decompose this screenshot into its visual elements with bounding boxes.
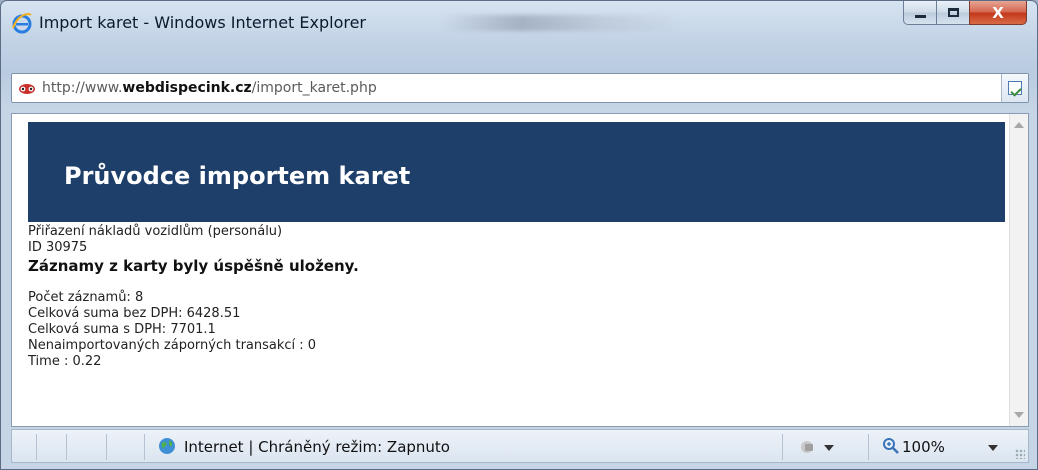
success-message: Záznamy z karty byly úspěšně uloženy. <box>28 257 359 275</box>
status-separator <box>868 434 869 460</box>
globe-icon <box>159 438 175 454</box>
sum-without-vat: Celková suma bez DPH: 6428.51 <box>28 306 241 321</box>
status-separator <box>106 434 107 460</box>
magnifier-icon[interactable] <box>882 437 900 455</box>
address-bar[interactable]: http://www.webdispecink.cz/import_karet.… <box>11 73 1029 103</box>
ie-logo-icon <box>12 13 32 34</box>
address-url[interactable]: http://www.webdispecink.cz/import_karet.… <box>42 80 377 96</box>
url-domain: webdispecink.cz <box>122 80 252 96</box>
non-imported-count: Nenaimportovaných záporných transakcí : … <box>28 338 317 353</box>
page-banner: Průvodce importem karet <box>28 122 1005 222</box>
title-bar[interactable]: Import karet - Windows Internet Explorer… <box>1 1 1037 45</box>
security-zone-text[interactable]: Internet | Chráněný režim: Zapnuto <box>184 438 450 456</box>
chevron-down-icon[interactable] <box>824 445 834 451</box>
close-button[interactable]: X <box>969 1 1027 25</box>
window-title: Import karet - Windows Internet Explorer <box>39 13 367 32</box>
browser-window: Import karet - Windows Internet Explorer… <box>0 0 1038 470</box>
import-id: ID 30975 <box>28 240 88 255</box>
sum-with-vat: Celková suma s DPH: 7701.1 <box>28 322 216 337</box>
vertical-scrollbar[interactable] <box>1009 114 1028 426</box>
maximize-icon <box>947 8 959 17</box>
scroll-down-icon[interactable] <box>1014 412 1024 418</box>
minimize-icon <box>914 15 926 18</box>
minimize-button[interactable] <box>903 1 937 25</box>
status-separator <box>66 434 67 460</box>
site-favicon-icon <box>19 84 35 94</box>
compatibility-view-icon <box>1008 81 1022 95</box>
page-viewport: Průvodce importem karet Přiřazení náklad… <box>11 113 1029 427</box>
import-result: Přiřazení nákladů vozidlům (personálu) I… <box>28 224 359 370</box>
background-window-title-blur <box>441 15 681 31</box>
status-separator <box>144 434 145 460</box>
page-title: Průvodce importem karet <box>64 162 411 190</box>
import-subtitle: Přiřazení nákladů vozidlům (personálu) <box>28 224 283 239</box>
record-count: Počet záznamů: 8 <box>28 290 144 305</box>
close-icon: X <box>992 3 1004 22</box>
url-path: /import_karet.php <box>251 80 377 96</box>
url-prefix: http://www. <box>42 80 123 96</box>
status-bar: Internet | Chráněný režim: Zapnuto 100% <box>11 429 1029 463</box>
protected-mode-icon[interactable] <box>798 437 816 455</box>
resize-grip-icon[interactable] <box>1015 449 1025 459</box>
zoom-level[interactable]: 100% <box>902 438 945 456</box>
status-separator <box>36 434 37 460</box>
processing-time: Time : 0.22 <box>28 354 102 369</box>
status-separator <box>782 434 783 460</box>
chevron-down-icon[interactable] <box>988 445 998 451</box>
maximize-button[interactable] <box>936 1 970 25</box>
compatibility-view-button[interactable] <box>1001 74 1028 102</box>
scroll-up-icon[interactable] <box>1014 122 1024 128</box>
window-controls: X <box>903 1 1027 31</box>
